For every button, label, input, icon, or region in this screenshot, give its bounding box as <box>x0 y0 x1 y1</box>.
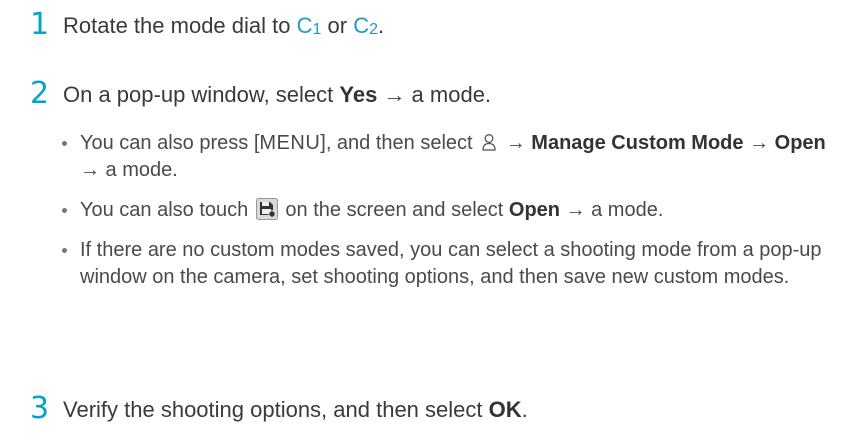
list-item: You can also touch on the screen and sel… <box>62 197 842 224</box>
step-text: Verify the shooting options, and then se… <box>63 397 528 422</box>
bullet-dot <box>62 208 67 213</box>
step-text: On a pop-up window, select Yes → a mode. <box>63 82 492 107</box>
bullet-dot <box>62 248 67 253</box>
bullet-dot <box>62 141 67 146</box>
menu-key: MENU <box>259 132 321 154</box>
step-number: 3 <box>30 391 50 426</box>
step-number: 2 <box>30 76 50 111</box>
person-icon <box>482 134 496 151</box>
save-custom-mode-icon <box>255 198 278 220</box>
bullet-list: You can also press [MENU], and then sele… <box>62 130 842 304</box>
step-number: 1 <box>30 7 50 42</box>
c1-mode-label: C1 <box>296 13 322 38</box>
list-item: You can also press [MENU], and then sele… <box>62 130 842 184</box>
c2-mode-label: C2 <box>353 13 378 38</box>
step-text: Rotate the mode dial to C1 or C2. <box>63 13 385 38</box>
list-item: If there are no custom modes saved, you … <box>62 237 842 291</box>
